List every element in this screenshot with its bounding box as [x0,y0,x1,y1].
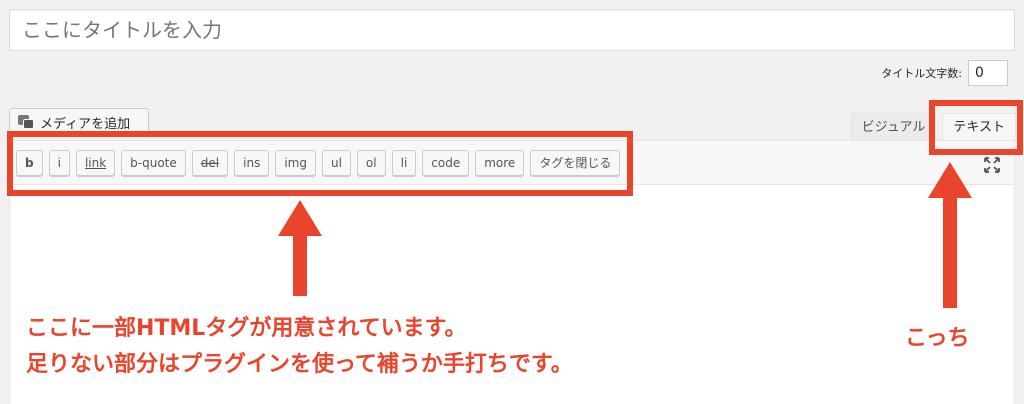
annotation-line-1: ここに一部HTMLタグが用意されています。 [26,316,467,341]
toolbar-highlight-box [7,131,633,196]
arrow-up-icon-right [928,162,972,308]
title-count-field[interactable]: 0 [968,60,1008,86]
post-title-input[interactable]: ここにタイトルを入力 [9,9,1015,51]
tab-visual[interactable]: ビジュアル [850,113,937,141]
add-media-label: メディアを追加 [40,116,131,132]
title-count-label: タイトル文字数: [881,67,962,80]
text-tab-highlight-box [929,100,1023,155]
arrow-up-icon [278,200,322,296]
fullscreen-icon[interactable] [983,156,1001,174]
title-char-count: タイトル文字数: 0 [881,60,1008,86]
annotation-tab-note: こっち [905,326,970,351]
media-icon [18,115,34,129]
annotation-line-2: 足りない部分はプラグインを使って補うか手打ちです。 [26,352,573,377]
